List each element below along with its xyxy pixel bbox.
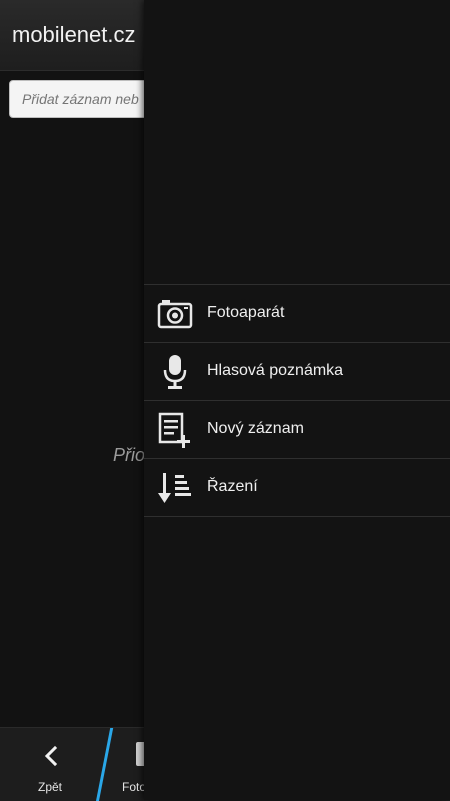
camera-action-label: Foto: [122, 780, 147, 794]
new-note-icon: [158, 412, 190, 448]
menu-item-label: Řazení: [207, 478, 258, 495]
menu-item-label: Fotoaparát: [207, 304, 285, 321]
menu-list: Fotoaparát Hlasová poznámka Nový záznam: [144, 284, 450, 517]
camera-icon: [157, 300, 193, 329]
back-button-label: Zpět: [37, 780, 62, 794]
chevron-left-icon: [44, 745, 58, 767]
menu-item-label: Nový záznam: [207, 420, 304, 437]
back-button[interactable]: Zpět: [0, 728, 100, 801]
microphone-icon: [163, 355, 187, 389]
menu-item-camera[interactable]: Fotoaparát: [144, 285, 450, 343]
menu-item-voice-note[interactable]: Hlasová poznámka: [144, 343, 450, 401]
menu-item-new-entry[interactable]: Nový záznam: [144, 401, 450, 459]
menu-item-sort[interactable]: Řazení: [144, 459, 450, 517]
page-title: mobilenet.cz: [12, 22, 136, 47]
empty-state-text: Přio: [113, 445, 146, 465]
sort-icon: [158, 473, 191, 503]
overflow-menu: Fotoaparát Hlasová poznámka Nový záznam: [144, 0, 450, 800]
menu-item-label: Hlasová poznámka: [207, 362, 344, 379]
